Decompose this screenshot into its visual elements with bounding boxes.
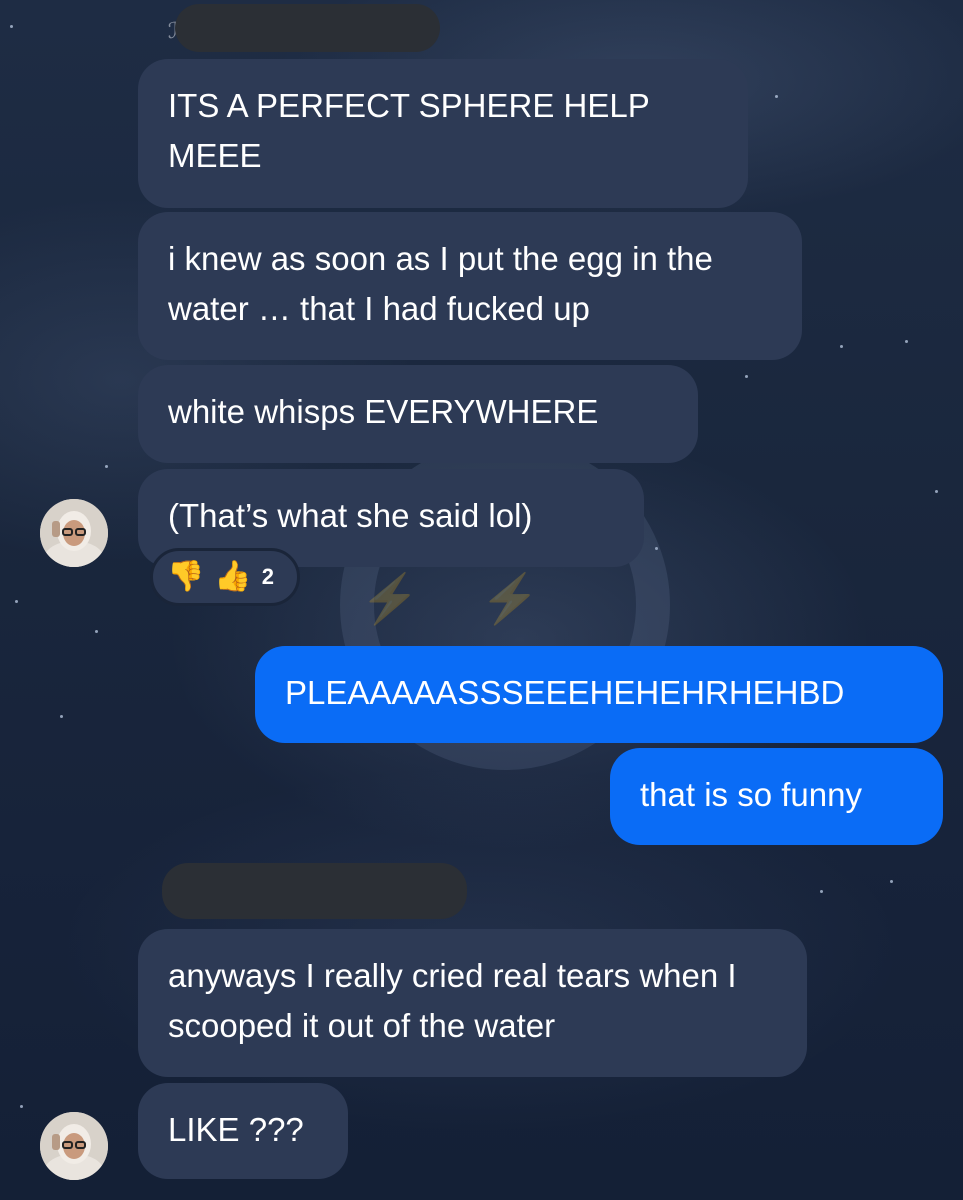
message-text: anyways I really cried real tears when I… [168, 957, 737, 1044]
message-text: white whisps EVERYWHERE [168, 393, 599, 430]
redacted-sender-name [175, 4, 440, 52]
message-bubble-incoming[interactable]: LIKE ??? [138, 1083, 348, 1179]
reactions-pill[interactable]: 👎 👍 2 [150, 548, 300, 606]
redacted-sender-name [162, 863, 467, 919]
avatar-image [40, 499, 108, 567]
contact-avatar[interactable] [40, 499, 108, 567]
reaction-count: 2 [261, 564, 274, 589]
message-text: PLEAAAAASSSEEEHEHEHRHEHBD [285, 674, 845, 711]
message-bubble-incoming[interactable]: white whisps EVERYWHERE [138, 365, 698, 463]
message-text: (That’s what she said lol) [168, 497, 533, 534]
message-bubble-incoming[interactable]: i knew as soon as I put the egg in the w… [138, 212, 802, 360]
message-bubble-outgoing[interactable]: PLEAAAAASSSEEEHEHEHRHEHBD [255, 646, 943, 743]
message-bubble-outgoing[interactable]: that is so funny [610, 748, 943, 845]
background-bolt-icon: ⚡ [480, 573, 540, 626]
avatar-image [40, 1112, 108, 1180]
message-text: ITS A PERFECT SPHERE HELP MEEE [168, 87, 650, 174]
contact-avatar[interactable] [40, 1112, 108, 1180]
message-text: that is so funny [640, 776, 862, 813]
thumbs-up-icon: 👍 [214, 560, 252, 593]
thumbs-down-icon: 👎 [167, 560, 205, 593]
message-bubble-incoming[interactable]: ITS A PERFECT SPHERE HELP MEEE [138, 59, 748, 208]
message-text: LIKE ??? [168, 1111, 304, 1148]
background-bolt-icon: ⚡ [360, 573, 420, 626]
message-bubble-incoming[interactable]: anyways I really cried real tears when I… [138, 929, 807, 1077]
message-text: i knew as soon as I put the egg in the w… [168, 240, 713, 327]
